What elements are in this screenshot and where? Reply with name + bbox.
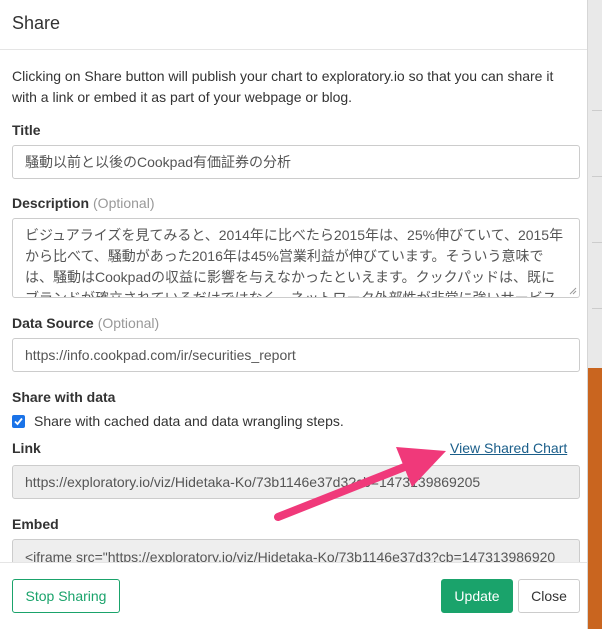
- share-with-data-label: Share with data: [12, 389, 115, 405]
- dialog-footer: Stop Sharing Update Close: [0, 562, 587, 629]
- background-tick: [592, 110, 602, 111]
- dialog-header: Share: [0, 0, 587, 50]
- stop-sharing-button[interactable]: Stop Sharing: [12, 579, 120, 613]
- description-label: Description (Optional): [12, 195, 154, 211]
- view-shared-chart-link[interactable]: View Shared Chart: [450, 440, 567, 456]
- description-text: ビジュアライズを見てみると、2014年に比べたら2015年は、25%伸びていて、…: [25, 227, 564, 298]
- description-textarea[interactable]: ビジュアライズを見てみると、2014年に比べたら2015年は、25%伸びていて、…: [12, 218, 580, 298]
- background-tick: [592, 308, 602, 309]
- intro-text: Clicking on Share button will publish yo…: [12, 68, 554, 105]
- close-button[interactable]: Close: [518, 579, 580, 613]
- link-label-text: Link: [12, 440, 41, 456]
- title-label: Title: [12, 122, 41, 138]
- share-cached-data-row[interactable]: Share with cached data and data wranglin…: [12, 412, 344, 430]
- share-dialog: Share Clicking on Share button will publ…: [0, 0, 588, 629]
- data-source-input[interactable]: https://info.cookpad.com/ir/securities_r…: [12, 338, 580, 372]
- description-optional: (Optional): [93, 195, 155, 211]
- background-app: [588, 0, 602, 629]
- description-label-text: Description: [12, 195, 90, 211]
- background-tick: [592, 242, 602, 243]
- dialog-title: Share: [12, 13, 61, 33]
- update-button[interactable]: Update: [441, 579, 513, 613]
- background-tick: [592, 176, 602, 177]
- link-label: Link: [12, 440, 41, 456]
- embed-label: Embed: [12, 516, 59, 532]
- title-label-text: Title: [12, 122, 41, 138]
- embed-label-text: Embed: [12, 516, 59, 532]
- share-cached-data-label: Share with cached data and data wranglin…: [34, 413, 344, 429]
- title-input[interactable]: 騒動以前と以後のCookpad有価証券の分析: [12, 145, 580, 179]
- data-source-optional: (Optional): [97, 315, 160, 331]
- link-input[interactable]: https://exploratory.io/viz/Hidetaka-Ko/7…: [12, 465, 580, 499]
- data-source-label: Data Source (Optional): [12, 315, 159, 331]
- background-chart-bar: [588, 368, 602, 629]
- embed-input[interactable]: <iframe src="https://exploratory.io/viz/…: [12, 539, 580, 562]
- checkmark-icon: [14, 417, 23, 425]
- data-source-label-text: Data Source: [12, 315, 94, 331]
- share-with-data-label-text: Share with data: [12, 389, 116, 405]
- resize-grip-icon[interactable]: [569, 287, 577, 295]
- share-cached-data-checkbox[interactable]: [12, 414, 25, 428]
